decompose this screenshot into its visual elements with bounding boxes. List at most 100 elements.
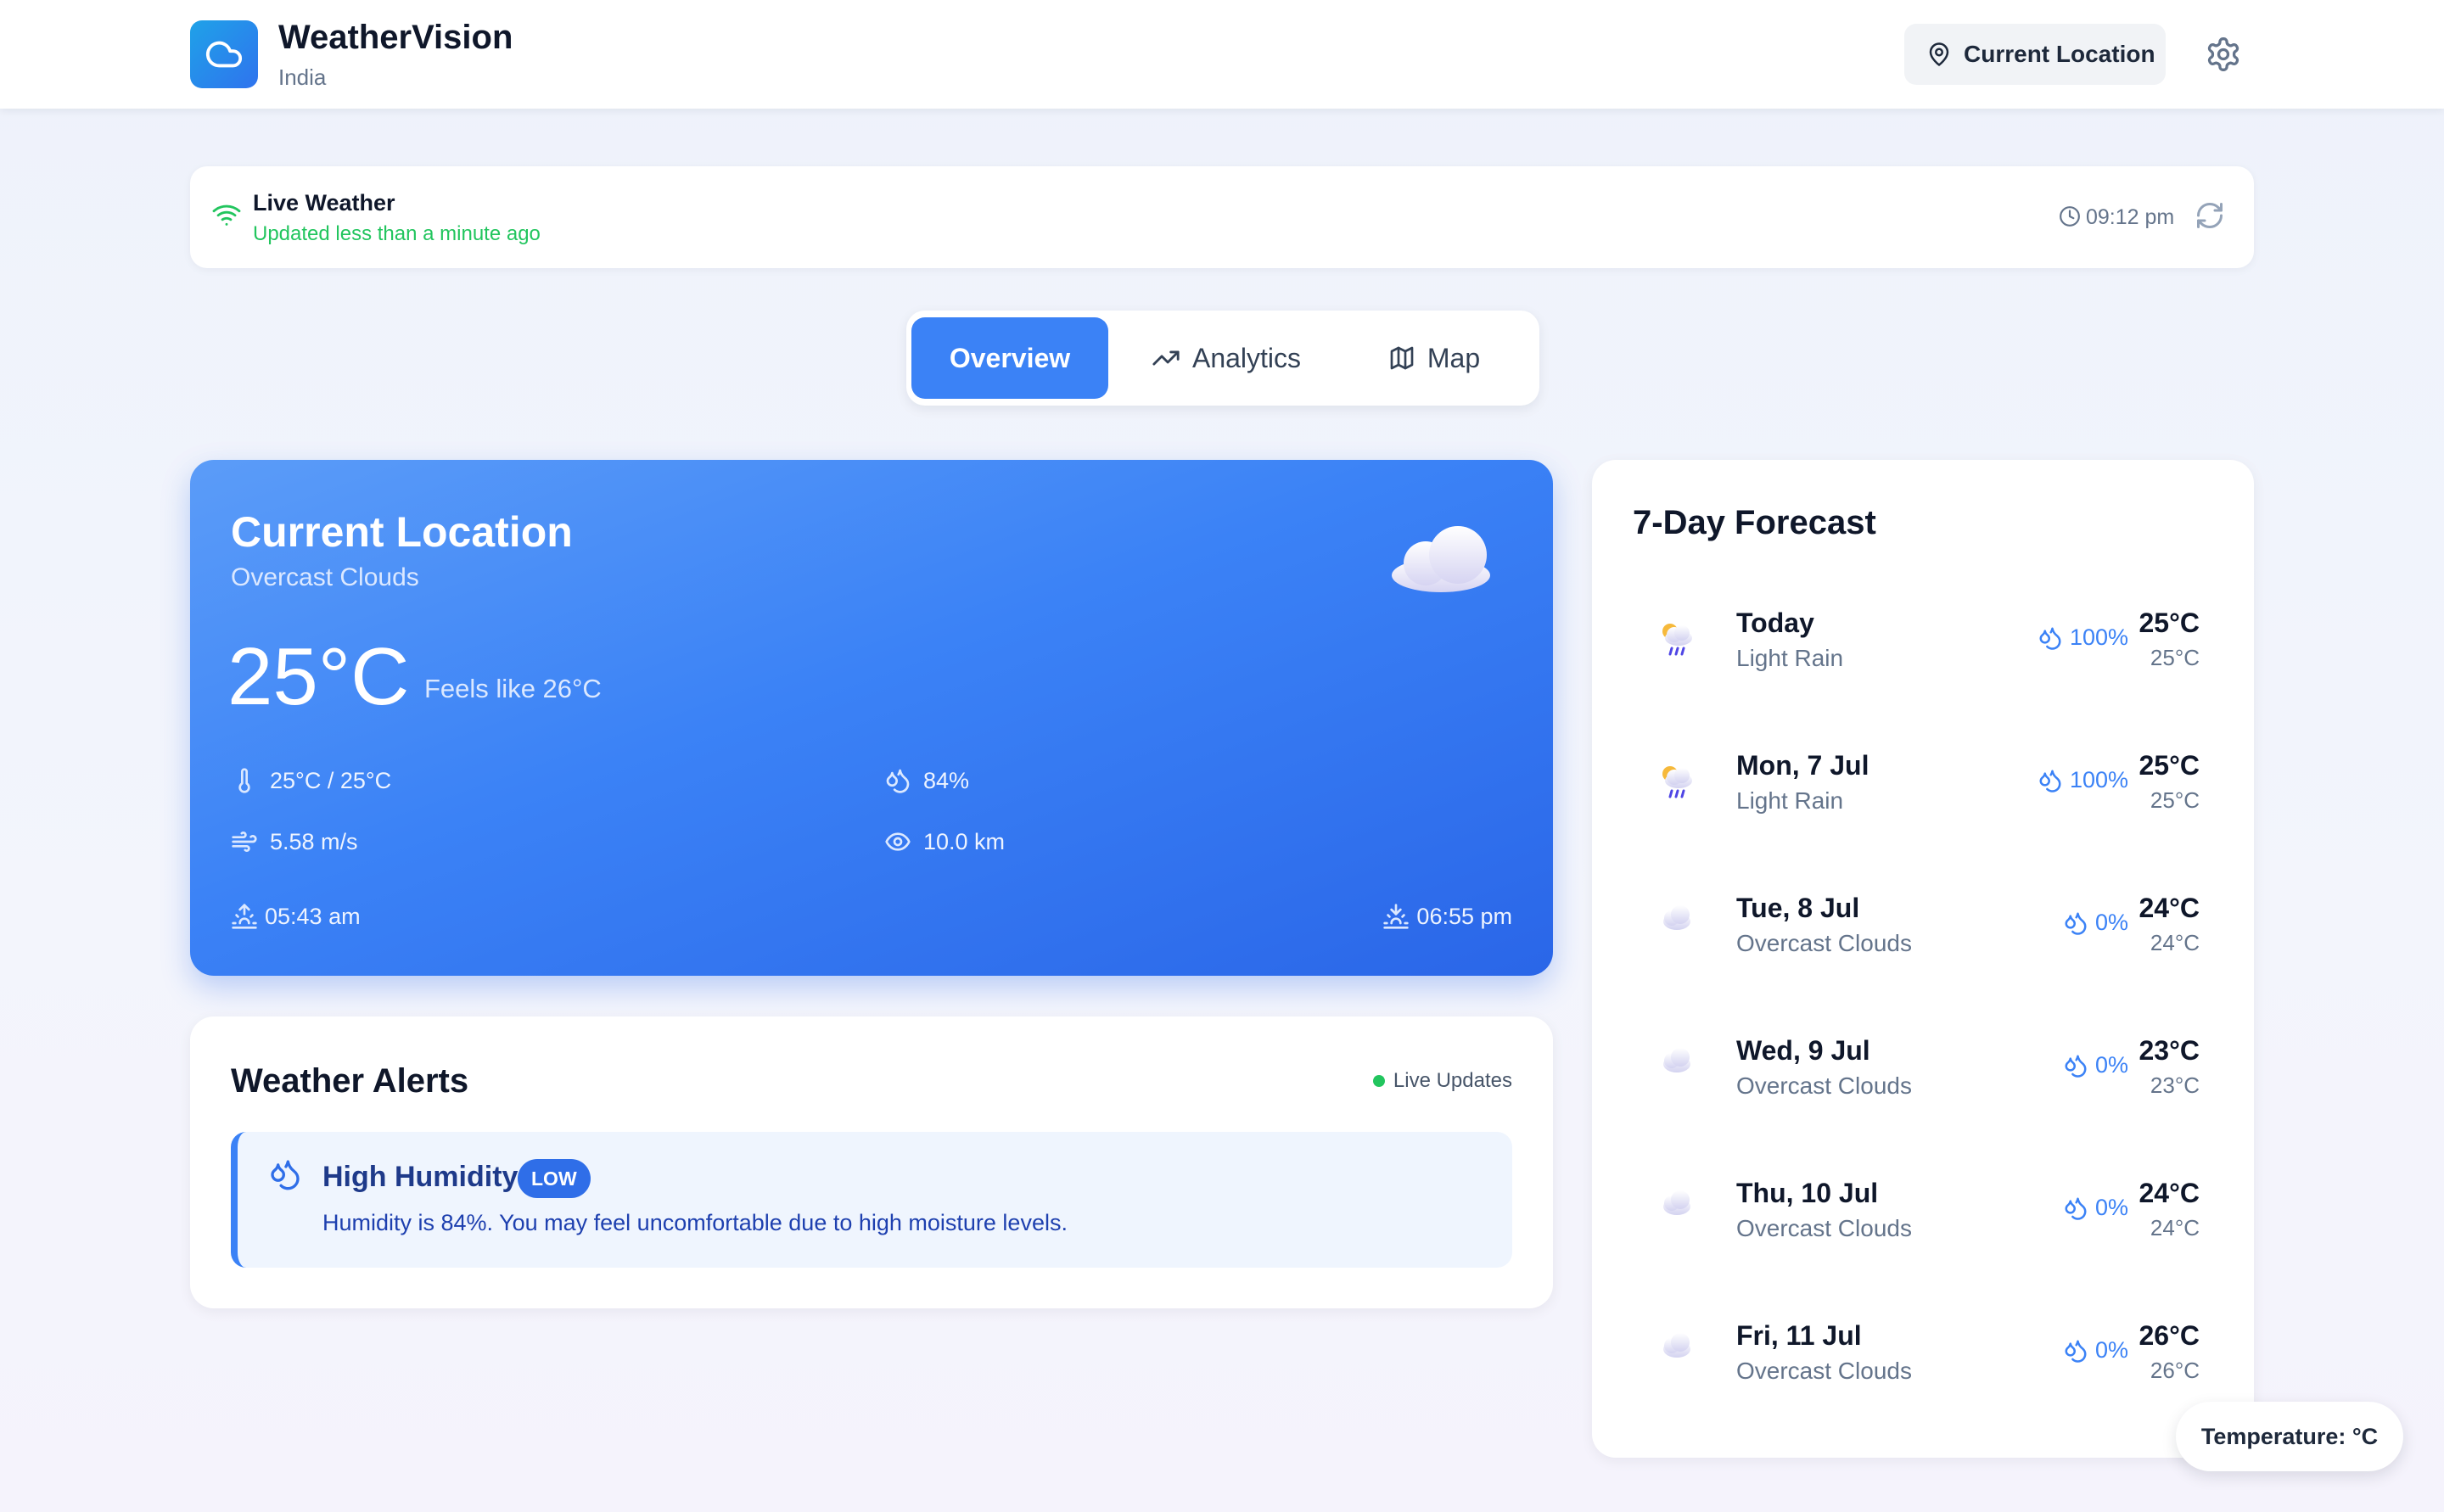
alert-name: High Humidity (322, 1161, 519, 1193)
wind-stat: 5.58 m/s (231, 828, 358, 855)
tab-overview-label: Overview (949, 342, 1071, 373)
live-updates-indicator: Live Updates (1372, 1069, 1512, 1093)
high-low-stat: 25°C / 25°C (231, 767, 391, 794)
live-status-subtitle: Updated less than a minute ago (253, 222, 541, 245)
current-location-label: Current Location (1964, 41, 2155, 67)
forecast-rain-chance: 0% (2063, 1337, 2128, 1364)
tab-overview[interactable]: Overview (911, 317, 1108, 399)
forecast-rain-chance: 0% (2063, 1052, 2128, 1078)
temperature-unit-toggle[interactable]: Temperature: °C (2176, 1402, 2403, 1471)
droplets-icon (271, 1160, 300, 1190)
gear-icon[interactable] (2205, 36, 2242, 73)
sunset-value: 06:55 pm (1416, 903, 1512, 929)
forecast-high: 26°C (2138, 1320, 2200, 1351)
forecast-low: 23°C (2150, 1072, 2200, 1098)
droplets-icon (886, 769, 910, 793)
forecast-high: 24°C (2138, 1178, 2200, 1208)
rain-chance-value: 100% (2069, 767, 2128, 792)
forecast-rain-chance: 100% (2038, 624, 2128, 651)
cloud-icon (205, 41, 243, 68)
last-updated-time: 09:12 pm (2086, 205, 2175, 229)
forecast-high: 25°C (2138, 750, 2200, 781)
visibility-value: 10.0 km (923, 828, 1006, 854)
wifi-icon (212, 204, 241, 226)
droplets-icon (2065, 912, 2087, 935)
forecast-high: 23°C (2138, 1035, 2200, 1066)
forecast-row[interactable]: Mon, 7 Jul Light Rain 100% 25°C 25°C (1633, 721, 2213, 840)
clock-icon (2060, 206, 2080, 227)
app-title: WeatherVision (278, 19, 513, 56)
forecast-day: Today (1736, 608, 1814, 638)
tab-analytics-label: Analytics (1191, 342, 1302, 373)
sunrise-value: 05:43 am (265, 903, 361, 929)
forecast-rain-chance: 0% (2063, 1195, 2128, 1221)
current-location-button[interactable]: Current Location (1904, 24, 2166, 85)
forecast-day: Wed, 9 Jul (1736, 1035, 1870, 1066)
forecast-row[interactable]: Thu, 10 Jul Overcast Clouds 0% 24°C 24°C (1633, 1149, 2213, 1268)
forecast-row[interactable]: Today Light Rain 100% 25°C 25°C (1633, 579, 2213, 697)
app-subtitle: India (278, 64, 327, 90)
forecast-high: 25°C (2138, 608, 2200, 638)
rain-chance-value: 0% (2094, 910, 2128, 935)
rain-chance-value: 100% (2069, 624, 2128, 650)
forecast-rain-chance: 0% (2063, 910, 2128, 936)
forecast-rain-chance: 100% (2038, 767, 2128, 793)
forecast-condition: Overcast Clouds (1736, 1215, 1912, 1241)
humidity-value: 84% (923, 767, 970, 793)
current-weather-card: Current Location Overcast Clouds 25°C Fe… (190, 460, 1553, 976)
forecast-card: 7-Day Forecast Today Light Rain 100% 25°C 25… (1592, 460, 2254, 1458)
rain-chance-value: 0% (2094, 1052, 2128, 1078)
cloud-icon (1663, 1190, 1690, 1215)
weather-alerts-card: Weather Alerts Live Updates High Humidit… (190, 1016, 1553, 1308)
cloud-icon (1663, 1333, 1690, 1358)
forecast-day: Tue, 8 Jul (1736, 893, 1860, 923)
forecast-condition: Overcast Clouds (1736, 1358, 1912, 1384)
alerts-title: Weather Alerts (231, 1062, 469, 1100)
sunset-stat: 06:55 pm (1382, 903, 1512, 930)
live-dot (1372, 1075, 1385, 1087)
tab-map-label: Map (1427, 342, 1481, 373)
forecast-condition: Overcast Clouds (1736, 1072, 1912, 1099)
forecast-row[interactable]: Tue, 8 Jul Overcast Clouds 0% 24°C 24°C (1633, 864, 2213, 983)
sunset-icon (1383, 904, 1410, 929)
live-status-title: Live Weather (253, 190, 395, 216)
alert-item[interactable]: High Humidity LOW Humidity is 84%. You m… (231, 1132, 1512, 1268)
forecast-low: 24°C (2150, 930, 2200, 955)
app-logo (190, 20, 258, 88)
forecast-row[interactable]: Wed, 9 Jul Overcast Clouds 0% 23°C 23°C (1633, 1006, 2213, 1125)
forecast-low: 25°C (2150, 787, 2200, 813)
tab-map[interactable]: Map (1344, 317, 1524, 399)
droplets-icon (2039, 770, 2061, 792)
refresh-icon[interactable] (2195, 200, 2225, 231)
forecast-row[interactable]: Fri, 11 Jul Overcast Clouds 0% 26°C 26°C (1633, 1291, 2213, 1410)
live-updates-label: Live Updates (1393, 1069, 1512, 1092)
tab-analytics[interactable]: Analytics (1129, 317, 1324, 399)
current-location-title: Current Location (231, 508, 573, 556)
feels-like: Feels like 26°C (424, 674, 602, 703)
forecast-day: Fri, 11 Jul (1736, 1320, 1862, 1351)
forecast-low: 25°C (2150, 645, 2200, 670)
forecast-high: 24°C (2138, 893, 2200, 923)
current-condition: Overcast Clouds (231, 563, 419, 591)
rain-cloud-icon (1662, 624, 1692, 656)
rain-chance-value: 0% (2094, 1195, 2128, 1220)
cloud-icon (1663, 905, 1690, 930)
cloud-icon (1663, 1048, 1690, 1072)
forecast-day: Mon, 7 Jul (1736, 750, 1869, 781)
droplets-icon (2039, 627, 2061, 650)
droplets-icon (2065, 1340, 2087, 1363)
sunrise-icon (232, 904, 257, 929)
severity-badge: LOW (518, 1159, 591, 1198)
alert-message: Humidity is 84%. You may feel uncomforta… (322, 1210, 1068, 1235)
rain-cloud-icon (1662, 766, 1692, 798)
humidity-stat: 84% (884, 767, 969, 794)
trending-up-icon (1152, 350, 1180, 366)
droplets-icon (2065, 1197, 2087, 1220)
eye-icon (885, 832, 911, 851)
rain-chance-value: 0% (2094, 1337, 2128, 1363)
cloud-icon (1392, 526, 1490, 592)
wind-value: 5.58 m/s (270, 828, 358, 854)
live-status-bar: Live Weather Updated less than a minute … (190, 166, 2254, 268)
wind-icon (232, 832, 257, 852)
thermometer-icon (238, 768, 250, 793)
